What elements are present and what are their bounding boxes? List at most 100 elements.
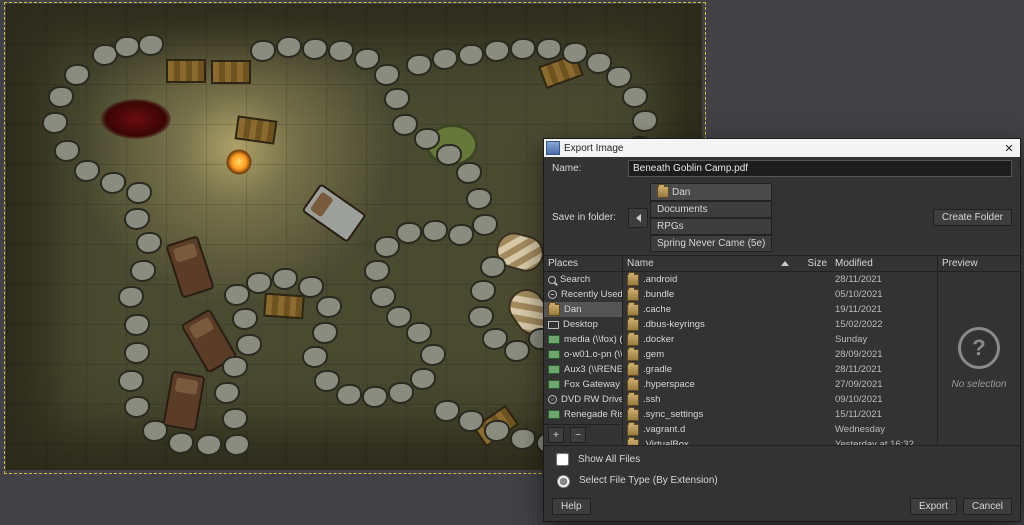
file-row[interactable]: .dockerSunday [623, 332, 937, 347]
file-modified: 05/10/2021 [835, 289, 933, 300]
file-name: .dbus-keyrings [643, 319, 797, 330]
file-row[interactable]: .cache19/11/2021 [623, 302, 937, 317]
places-item[interactable]: Desktop [544, 317, 622, 332]
filename-input[interactable] [628, 160, 1012, 177]
file-row[interactable]: .android28/11/2021 [623, 272, 937, 287]
folder-icon [627, 289, 639, 301]
file-modified: 27/09/2021 [835, 379, 933, 390]
file-modified: 28/11/2021 [835, 274, 933, 285]
folder-icon [627, 439, 639, 446]
folder-icon [627, 394, 639, 406]
close-button[interactable]: ✕ [1000, 141, 1018, 155]
breadcrumb-segment[interactable]: RPGs [650, 218, 772, 235]
places-panel: Places Search Recently Used Dan Desktop medi… [544, 256, 623, 445]
places-item-label: Dan [564, 304, 581, 315]
files-header-row: Name Size Modified [623, 256, 937, 272]
places-item[interactable]: Aux3 (\\RENEGADE... [544, 362, 622, 377]
breadcrumb-label: RPGs [657, 221, 684, 232]
file-name: .ssh [643, 394, 797, 405]
file-row[interactable]: .bundle05/10/2021 [623, 287, 937, 302]
create-folder-button[interactable]: Create Folder [933, 209, 1012, 226]
breadcrumb: Dan Documents RPGs Spring Never Came (5e) [628, 183, 927, 252]
show-all-files-label: Show All Files [578, 454, 640, 465]
places-item-label: Desktop [563, 319, 598, 330]
files-header-name-label: Name [627, 258, 654, 269]
file-row[interactable]: .gem 28/09/2021 [623, 347, 937, 362]
places-item[interactable]: media (\\fox) (M:) [544, 332, 622, 347]
file-name: .VirtualBox [643, 439, 797, 445]
places-header[interactable]: Places [544, 256, 622, 272]
folder-icon [627, 349, 639, 361]
files-header-name[interactable]: Name [623, 256, 793, 271]
file-row[interactable]: .ssh09/10/2021 [623, 392, 937, 407]
no-selection-text: No selection [951, 379, 1006, 390]
breadcrumb-segment[interactable]: Spring Never Came (5e) [650, 235, 772, 252]
places-item-label: Fox Gateway (\\RE... [564, 379, 622, 390]
add-bookmark-button[interactable]: + [548, 427, 564, 443]
file-name: .vagrant.d [643, 424, 797, 435]
file-row[interactable]: .sync_settings15/11/2021 [623, 407, 937, 422]
folder-icon [627, 409, 639, 421]
places-item-label: Search [560, 274, 590, 285]
drive-icon [548, 380, 560, 389]
places-item[interactable]: Recently Used [544, 287, 622, 302]
select-file-type-label: Select File Type (By Extension) [579, 475, 718, 486]
places-item-label: Aux3 (\\RENEGADE... [564, 364, 622, 375]
file-name: .docker [643, 334, 797, 345]
map-prop-crate [263, 293, 305, 320]
file-row[interactable]: .gradle 28/11/2021 [623, 362, 937, 377]
map-prop-crate [166, 59, 206, 83]
file-row[interactable]: .hyperspace27/09/2021 [623, 377, 937, 392]
show-all-files-checkbox[interactable] [556, 453, 569, 466]
places-item[interactable]: o-w01.o-pn (\\REN... [544, 347, 622, 362]
file-modified: 28/09/2021 [835, 349, 933, 360]
drive-icon [548, 335, 560, 344]
file-modified: 15/11/2021 [835, 409, 933, 420]
places-item[interactable]: Renegade Risky (E:) [544, 407, 622, 422]
search-icon [548, 276, 556, 284]
places-item-label: media (\\fox) (M:) [564, 334, 622, 345]
files-header-modified[interactable]: Modified [831, 256, 937, 271]
path-back-button[interactable] [628, 208, 648, 228]
export-dialog: Export Image ✕ Name: Save in folder: Dan… [543, 138, 1021, 522]
places-item[interactable]: Fox Gateway (\\RE... [544, 377, 622, 392]
app-icon [546, 141, 560, 155]
breadcrumb-segment[interactable]: Dan [650, 183, 772, 201]
help-button[interactable]: Help [552, 498, 591, 515]
file-row[interactable]: .VirtualBoxYesterday at 16:32 [623, 437, 937, 445]
places-item[interactable]: DVD RW Drive (F:) [544, 392, 622, 407]
file-name: .gem [643, 349, 797, 360]
dialog-titlebar[interactable]: Export Image ✕ [544, 139, 1020, 157]
show-all-files-option[interactable]: Show All Files [552, 450, 1012, 469]
files-header-size[interactable]: Size [793, 256, 831, 271]
export-button[interactable]: Export [910, 498, 957, 515]
places-list: Search Recently Used Dan Desktop media (\\fo… [544, 272, 622, 424]
remove-bookmark-button[interactable]: − [570, 427, 586, 443]
file-name: .gradle [643, 364, 797, 375]
places-item-label: DVD RW Drive (F:) [561, 394, 622, 405]
dialog-title: Export Image [564, 143, 1000, 154]
file-modified: Wednesday [835, 424, 933, 435]
sort-asc-icon [781, 261, 789, 266]
places-item[interactable]: Dan [544, 302, 622, 317]
file-row[interactable]: .dbus-keyrings15/02/2022 [623, 317, 937, 332]
folder-label: Save in folder: [552, 212, 622, 223]
select-file-type-radio[interactable] [557, 475, 570, 488]
file-modified: 28/11/2021 [835, 364, 933, 375]
breadcrumb-label: Documents [657, 204, 708, 215]
folder-icon [627, 304, 639, 316]
places-item-label: Renegade Risky (E:) [564, 409, 622, 420]
select-file-type-option[interactable]: Select File Type (By Extension) [552, 472, 1012, 488]
breadcrumb-segment[interactable]: Documents [650, 201, 772, 218]
places-item[interactable]: Search [544, 272, 622, 287]
folder-icon [627, 334, 639, 346]
chevron-left-icon [636, 214, 641, 222]
map-prop-campfire [226, 149, 252, 175]
folder-icon [627, 319, 639, 331]
map-prop-crate [211, 60, 251, 84]
files-panel: Name Size Modified .android28/11/2021.bu… [623, 256, 937, 445]
cancel-button[interactable]: Cancel [963, 498, 1012, 515]
file-row[interactable]: .vagrant.d Wednesday [623, 422, 937, 437]
places-item-label: Recently Used [561, 289, 622, 300]
breadcrumb-label: Dan [672, 187, 690, 198]
